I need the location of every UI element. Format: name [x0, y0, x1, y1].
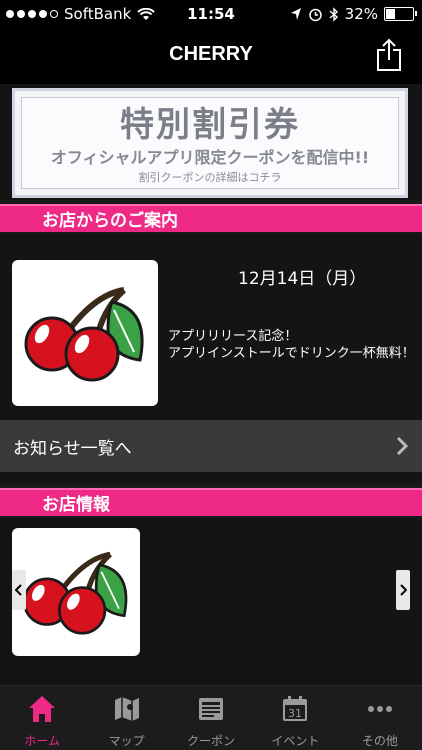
main-content[interactable]: 特別割引券 オフィシャルアプリ限定クーポンを配信中!! 割引クーポンの詳細はコチ… — [0, 84, 422, 685]
calendar-day: 31 — [288, 707, 302, 720]
map-icon — [114, 697, 139, 721]
news-list-label: お知らせ一覧へ — [13, 439, 132, 459]
coupon-banner[interactable]: 特別割引券 オフィシャルアプリ限定クーポンを配信中!! 割引クーポンの詳細はコチ… — [12, 88, 408, 198]
tab-label: クーポン — [187, 734, 236, 748]
carousel-prev-button[interactable] — [12, 570, 26, 610]
battery-percent: 32% — [344, 5, 378, 23]
section-title-announcements: お店からのご案内 — [42, 211, 178, 231]
tab-more[interactable]: その他 — [338, 686, 422, 750]
nav-bar: CHERRY — [0, 28, 422, 84]
tab-home[interactable]: ホーム — [0, 686, 84, 750]
chevron-left-icon — [15, 584, 22, 596]
tab-map[interactable]: マップ — [84, 686, 168, 750]
cherry-icon — [24, 287, 144, 382]
cherry-image[interactable] — [12, 260, 158, 406]
cherry-icon — [22, 551, 128, 635]
home-icon — [29, 696, 56, 722]
section-header-announcements: お店からのご案内 — [0, 200, 422, 234]
battery-icon — [384, 7, 417, 21]
tab-label: イベント — [271, 734, 320, 748]
chevron-right-icon — [400, 584, 407, 596]
page-title: CHERRY — [169, 43, 253, 65]
tab-bar: ホーム マップ クーポン 31 イベント その他 — [0, 685, 422, 750]
news-body: アプリリリース記念！ アプリインストールでドリンク一杯無料！ — [168, 329, 415, 361]
more-icon — [367, 706, 392, 712]
tab-label: その他 — [361, 734, 398, 748]
tab-label: マップ — [108, 734, 145, 748]
coupon-subline: オフィシャルアプリ限定クーポンを配信中!! — [50, 148, 370, 167]
calendar-icon: 31 — [283, 696, 308, 721]
coupon-icon — [199, 698, 224, 720]
news-date: 12月14日（月） — [238, 269, 367, 289]
coupon-caption: 割引クーポンの詳細はコチラ — [138, 171, 282, 184]
bluetooth-icon — [329, 6, 338, 22]
tab-coupon[interactable]: クーポン — [169, 686, 253, 750]
section-title-shop-info: お店情報 — [42, 495, 110, 515]
carousel-next-button[interactable] — [396, 570, 410, 610]
shop-image[interactable] — [12, 528, 140, 656]
news-list-link[interactable]: お知らせ一覧へ — [0, 420, 422, 472]
share-icon[interactable] — [376, 38, 402, 72]
alarm-icon — [308, 8, 322, 21]
status-right: 32% — [290, 5, 417, 23]
tab-label: ホーム — [24, 734, 61, 748]
status-bar: SoftBank 11:54 32% — [0, 0, 422, 28]
chevron-right-icon — [396, 436, 408, 456]
tab-event[interactable]: 31 イベント — [253, 686, 337, 750]
section-header-shop-info: お店情報 — [0, 484, 422, 518]
location-arrow-icon — [290, 8, 301, 20]
coupon-headline: 特別割引券 — [120, 105, 300, 145]
